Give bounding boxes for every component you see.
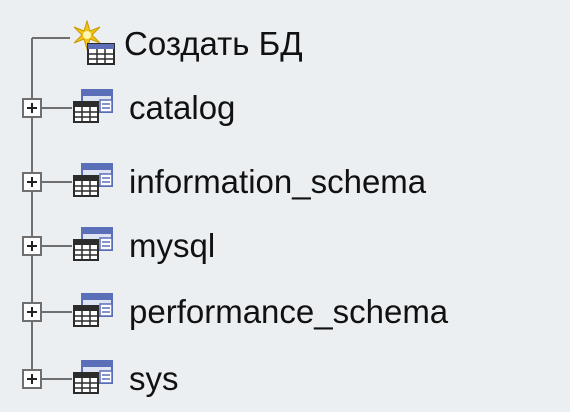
create-database-label: Создать БД [124,25,303,62]
tree-item-database[interactable]: performance_schema [0,292,570,332]
expand-plus-icon[interactable] [22,302,42,322]
expand-plus-icon[interactable] [22,172,42,192]
database-name: performance_schema [129,293,449,330]
expand-plus-icon[interactable] [22,98,42,118]
database-icon [72,226,116,264]
database-name: mysql [129,227,216,264]
database-icon [72,162,116,200]
tree-item-database[interactable]: information_schema [0,162,570,202]
database-name: information_schema [129,163,427,200]
tree-item-database[interactable]: sys [0,359,570,399]
database-tree-panel: Создать БД catalog information_schema my… [0,0,570,412]
database-icon [72,359,116,397]
expand-plus-icon[interactable] [22,369,42,389]
database-name: catalog [129,89,236,126]
database-name: sys [129,360,179,397]
new-database-icon [68,20,118,68]
expand-plus-icon[interactable] [22,236,42,256]
database-icon [72,88,116,126]
tree-item-database[interactable]: mysql [0,226,570,266]
tree-item-database[interactable]: catalog [0,88,570,128]
tree-item-create-database[interactable]: Создать БД [0,20,570,65]
database-icon [72,292,116,330]
